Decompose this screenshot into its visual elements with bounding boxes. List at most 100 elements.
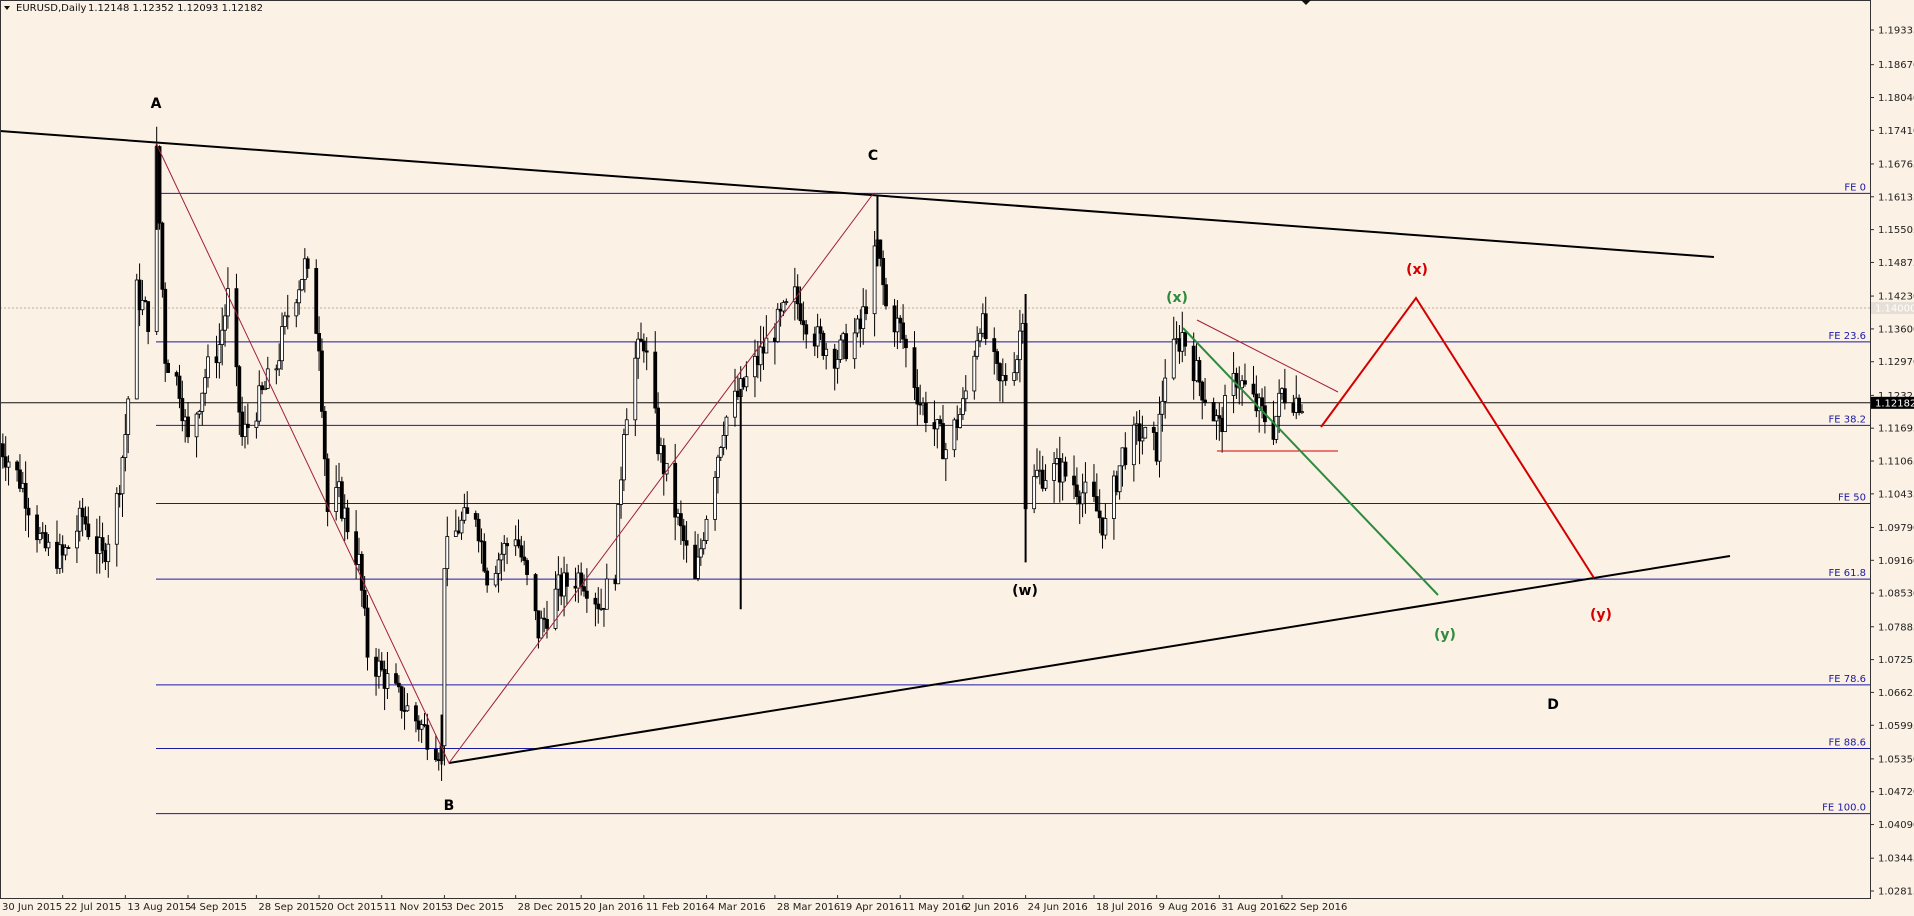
candle-body xyxy=(696,556,700,579)
candle-body xyxy=(442,568,447,747)
price-tick-label: 1.14875 xyxy=(1878,258,1914,269)
candle-body xyxy=(975,340,980,357)
price-tick-label: 1.11695 xyxy=(1878,424,1914,435)
candle-body xyxy=(718,447,723,458)
candle-body xyxy=(254,420,259,428)
price-tick-label: 1.08530 xyxy=(1878,589,1914,600)
ask-price-label: 1.14000 xyxy=(1875,304,1914,315)
candle-body xyxy=(399,686,404,711)
time-tick-label: 9 Aug 2016 xyxy=(1159,902,1217,913)
candle-body xyxy=(1260,397,1264,407)
candle-body xyxy=(114,493,119,545)
candle-body xyxy=(844,333,849,360)
candle-body xyxy=(166,362,170,373)
candle-body xyxy=(75,530,79,549)
time-tick-label: 20 Oct 2015 xyxy=(321,902,383,913)
candle-body xyxy=(923,402,928,423)
candle-body xyxy=(781,301,786,312)
candle-body xyxy=(1074,484,1079,497)
time-tick-label: 24 Jun 2016 xyxy=(1028,902,1088,913)
candle-body xyxy=(784,301,789,304)
candle-body xyxy=(1157,413,1162,462)
price-tick-label: 1.07255 xyxy=(1878,655,1914,666)
candle-body xyxy=(405,705,410,712)
candle-body xyxy=(681,525,686,542)
price-tick-label: 1.16135 xyxy=(1878,192,1914,203)
price-tick-label: 1.05995 xyxy=(1878,721,1914,732)
fib-level-label: FE 78.6 xyxy=(1828,674,1866,685)
candle-body xyxy=(961,398,965,415)
candle-body xyxy=(698,548,703,558)
candle-body xyxy=(684,540,689,546)
fib-level-label: FE 38.2 xyxy=(1828,414,1866,425)
candle-body xyxy=(972,355,977,392)
fib-level-label: FE 23.6 xyxy=(1828,331,1866,342)
candle-body xyxy=(995,351,1000,364)
candle-body xyxy=(80,507,85,518)
candle-body xyxy=(525,560,529,575)
price-tick-label: 1.12970 xyxy=(1878,357,1914,368)
candle-body xyxy=(206,356,210,379)
candle-body xyxy=(473,513,478,520)
candle-body xyxy=(1092,481,1096,497)
candle-body xyxy=(798,303,803,322)
ohlc-readout: 1.12148 1.12352 1.12093 1.12182 xyxy=(88,3,263,14)
time-tick-label: 20 Jan 2016 xyxy=(583,902,643,913)
time-tick-label: 13 Aug 2015 xyxy=(127,902,191,913)
candle-body xyxy=(305,258,310,269)
candle-body xyxy=(724,416,729,436)
time-tick-label: 28 Dec 2015 xyxy=(518,902,582,913)
price-chart[interactable]: FE 0 FE 23.6 FE 38.2 FE 50 FE 61.8 FE 78.6 FE … xyxy=(0,0,1914,916)
candle-body xyxy=(553,588,558,629)
candle-body xyxy=(884,284,888,307)
candle-body xyxy=(1197,360,1202,383)
candle-body xyxy=(476,518,481,542)
candle-body xyxy=(237,366,242,413)
candle-body xyxy=(704,518,709,541)
price-tick-label: 1.13600 xyxy=(1878,324,1914,335)
candle-body xyxy=(1015,359,1019,374)
candle-body xyxy=(516,539,521,547)
price-tick-label: 1.04090 xyxy=(1878,820,1914,831)
candle-body xyxy=(1063,461,1068,477)
candle-body xyxy=(912,347,917,388)
price-tick-label: 1.09790 xyxy=(1878,523,1914,534)
candle-body xyxy=(622,434,626,481)
candle-body xyxy=(616,504,621,585)
candle-body xyxy=(234,288,239,368)
symbol-label: EURUSD,Daily xyxy=(16,3,87,14)
time-tick-label: 4 Mar 2016 xyxy=(709,902,766,913)
candle-body xyxy=(317,332,321,352)
candle-body xyxy=(604,578,609,610)
candle-body xyxy=(174,372,179,377)
candle-body xyxy=(493,573,498,586)
candle-body xyxy=(300,279,304,291)
candle-body xyxy=(177,375,182,399)
time-tick-label: 4 Sep 2015 xyxy=(190,902,247,913)
candle-body xyxy=(194,413,199,438)
time-tick-label: 11 May 2016 xyxy=(902,902,967,913)
candle-body xyxy=(801,320,806,326)
candle-body xyxy=(1251,383,1256,395)
candle-body xyxy=(872,245,877,315)
candle-body xyxy=(818,326,823,334)
time-tick-label: 28 Mar 2016 xyxy=(777,902,840,913)
candle-body xyxy=(100,537,105,551)
candle-body xyxy=(322,410,327,460)
chart-root[interactable]: FE 0 FE 23.6 FE 38.2 FE 50 FE 61.8 FE 78.6 FE … xyxy=(0,0,1914,916)
candle-body xyxy=(314,268,319,334)
candle-body xyxy=(362,589,367,609)
candle-body xyxy=(126,398,131,435)
candle-body xyxy=(1032,476,1037,510)
candle-body xyxy=(582,586,586,592)
candle-body xyxy=(485,570,490,586)
candle-body xyxy=(1183,332,1188,347)
fib-level-label: FE 0 xyxy=(1844,182,1866,193)
time-tick-label: 22 Sep 2016 xyxy=(1284,902,1347,913)
candle-body xyxy=(701,540,706,550)
candle-body xyxy=(1200,381,1205,401)
candle-body xyxy=(396,682,401,688)
candle-body xyxy=(983,313,988,339)
candle-body xyxy=(963,390,968,400)
candle-body xyxy=(285,315,290,318)
